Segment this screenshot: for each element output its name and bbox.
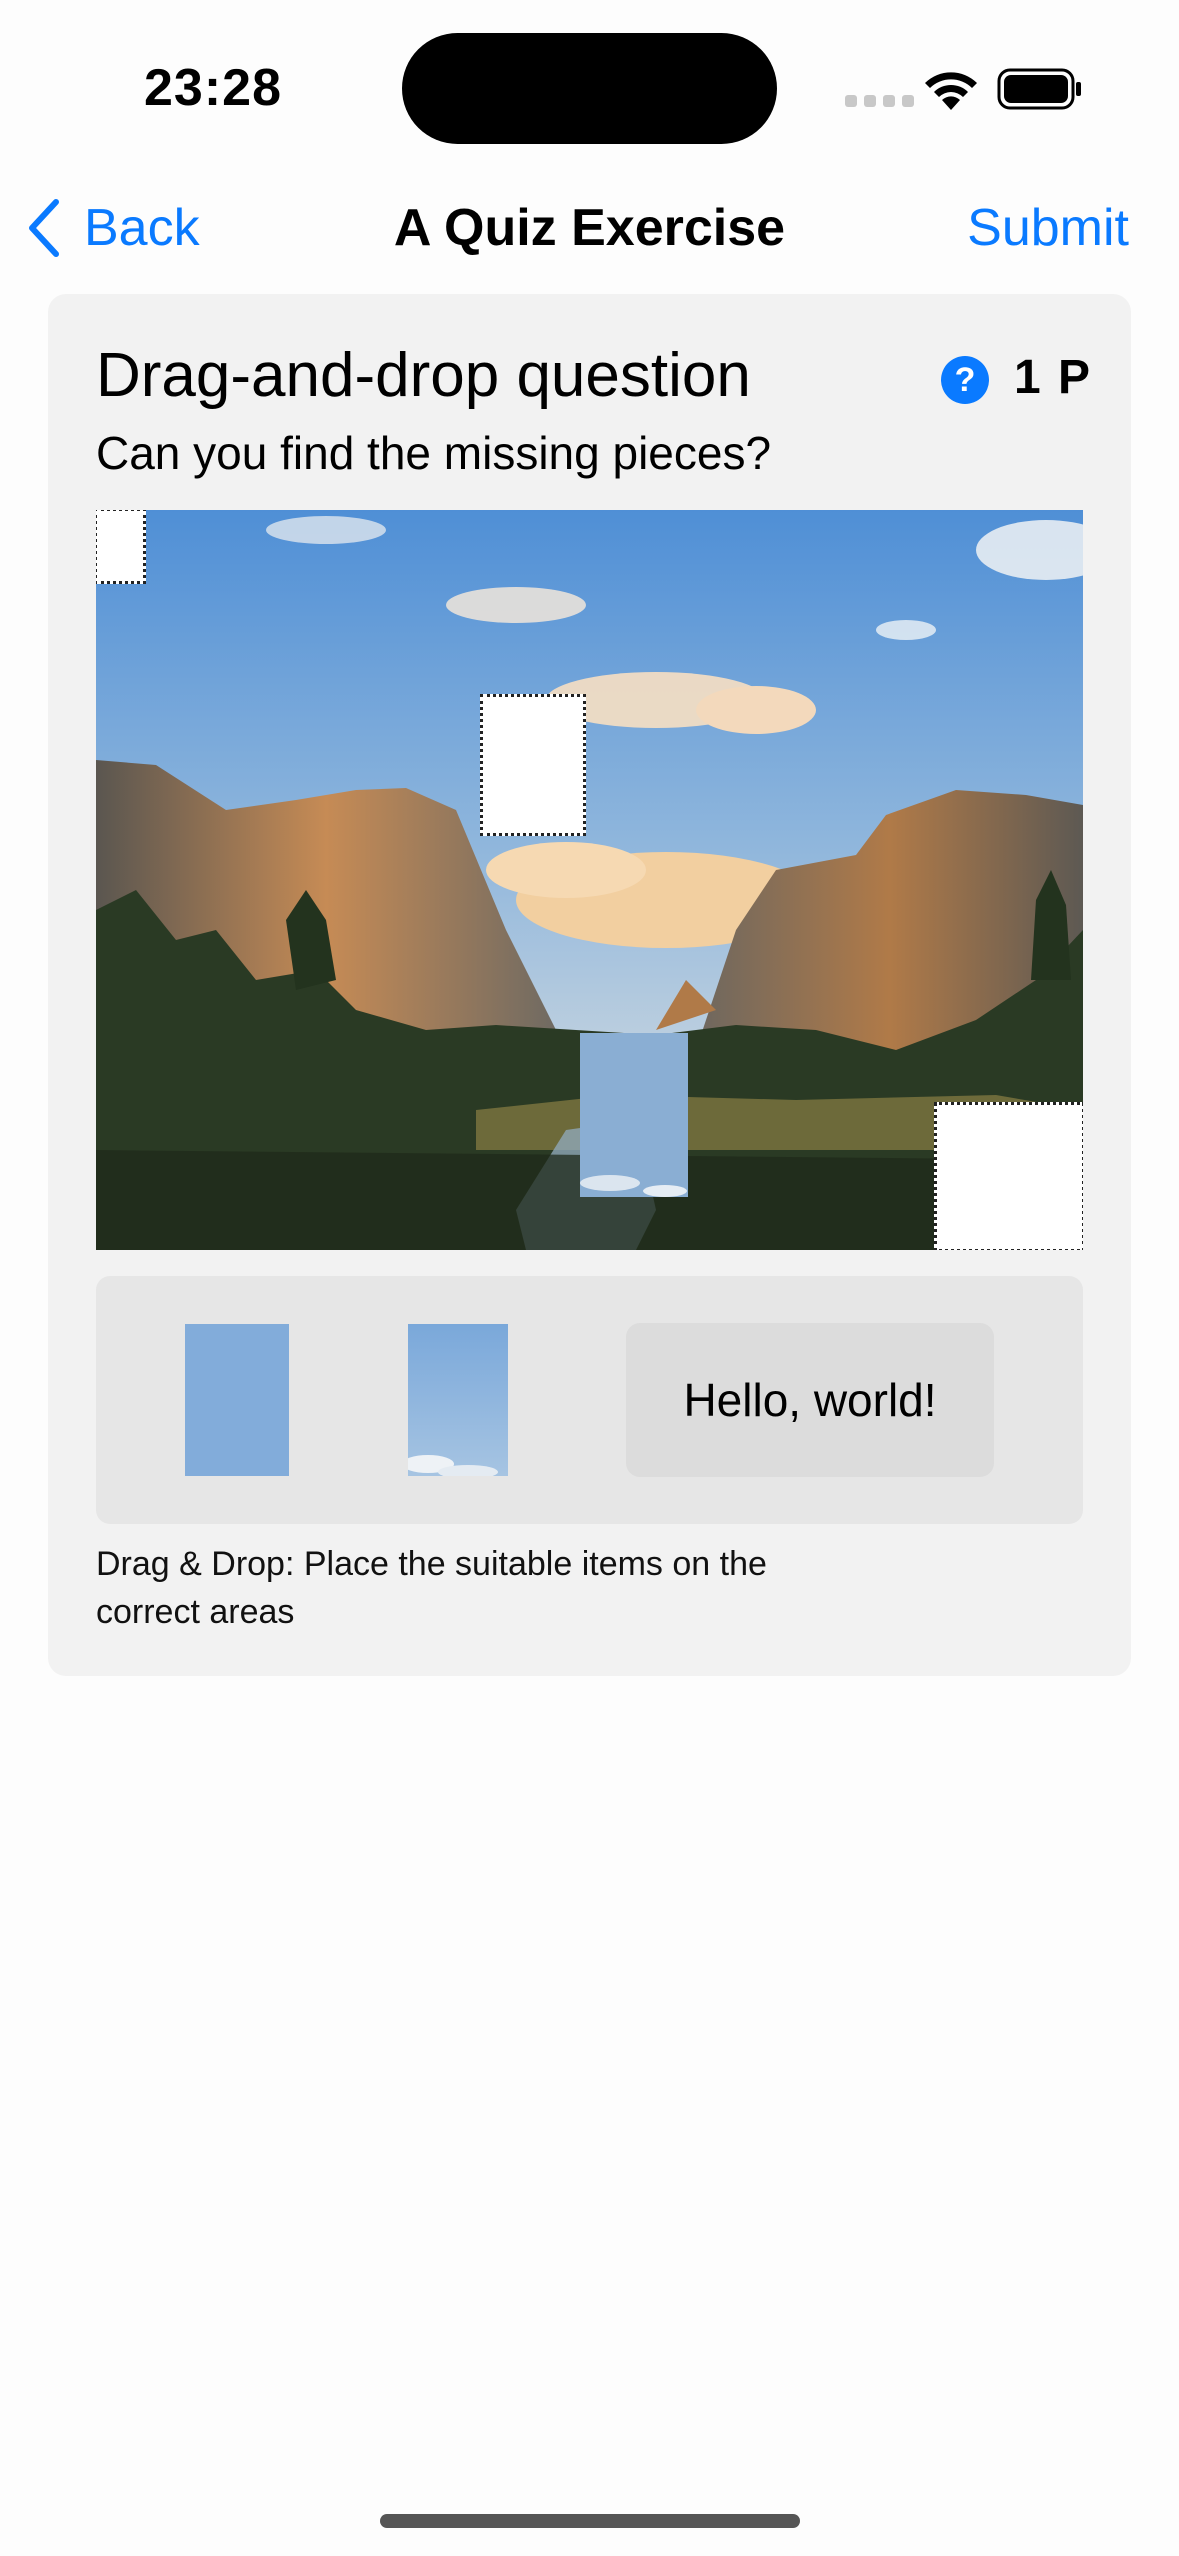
placed-sky-piece[interactable] — [580, 1033, 688, 1197]
cellular-signal-icon — [845, 95, 914, 107]
submit-button[interactable]: Submit — [967, 198, 1129, 258]
drop-zone-upper-middle[interactable] — [480, 694, 586, 836]
drag-item-sky-clouds[interactable] — [408, 1324, 508, 1476]
help-icon[interactable]: ? — [941, 356, 989, 404]
drag-item-sky-plain[interactable] — [185, 1324, 289, 1476]
quiz-screen: 23:28 Back A Quiz Exercise Submit Drag-a… — [0, 0, 1179, 2556]
home-indicator[interactable] — [380, 2514, 800, 2528]
dynamic-island — [402, 33, 777, 144]
status-time: 23:28 — [144, 59, 282, 117]
drop-zone-bottom-right[interactable] — [934, 1102, 1083, 1250]
question-subtitle: Can you find the missing pieces? — [96, 427, 772, 479]
question-card: Drag-and-drop question ? 1 P Can you fin… — [48, 294, 1131, 1676]
instruction-text: Drag & Drop: Place the suitable items on… — [96, 1545, 767, 1631]
drop-zone-top-left[interactable] — [96, 510, 146, 584]
points-badge: 1 P — [1014, 351, 1093, 404]
background-image-area — [96, 510, 1083, 1250]
drag-item-text[interactable]: Hello, world! — [626, 1323, 994, 1477]
wifi-icon — [925, 72, 977, 110]
question-title: Drag-and-drop question — [96, 341, 751, 410]
battery-icon — [997, 68, 1081, 110]
drag-items-tray: Hello, world! — [96, 1276, 1083, 1524]
